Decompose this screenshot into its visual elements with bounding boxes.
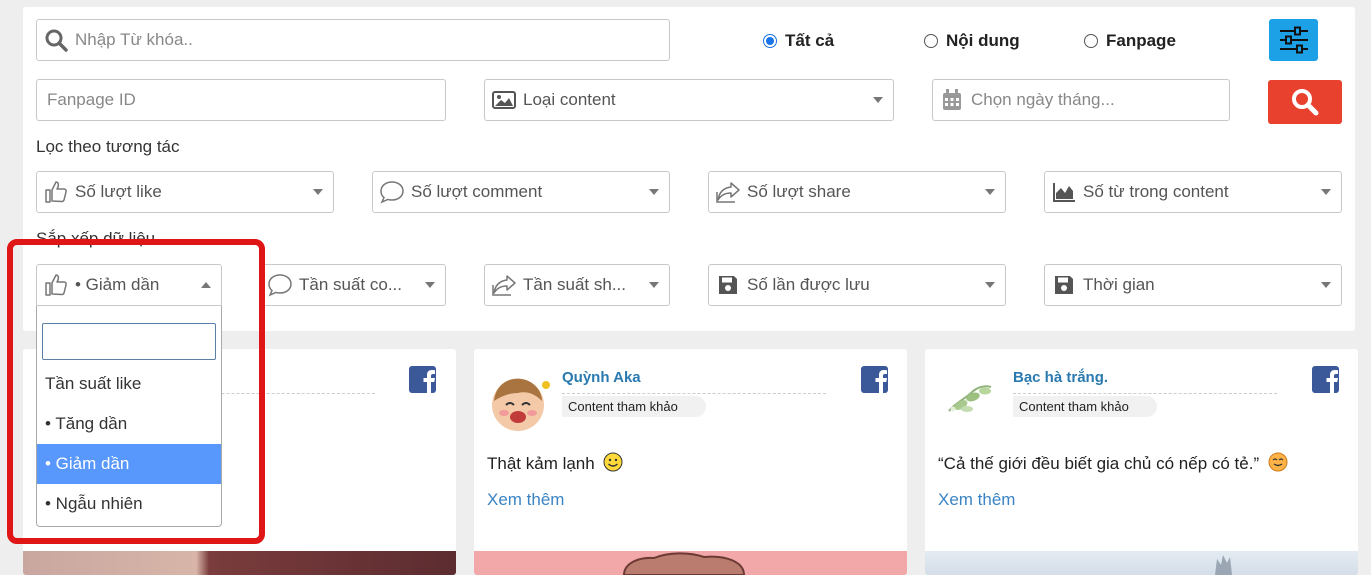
filter-settings-button[interactable]	[1269, 19, 1318, 61]
content-type-select[interactable]: Loại content	[484, 79, 894, 121]
calendar-icon	[939, 87, 965, 113]
facebook-icon[interactable]	[409, 366, 436, 393]
date-placeholder: Chọn ngày tháng...	[971, 90, 1115, 109]
chevron-down-icon	[985, 189, 995, 195]
fanpage-id-placeholder: Fanpage ID	[47, 90, 136, 109]
chevron-down-icon	[649, 189, 659, 195]
sort-comment-value: Tần suất co...	[299, 275, 402, 294]
post-tag: Content tham khảo	[562, 396, 706, 417]
post-header-divider	[1013, 393, 1277, 394]
sort-time-value: Thời gian	[1083, 275, 1155, 294]
sort-comment-select[interactable]: Tần suất co...	[260, 264, 446, 306]
post-tag: Content tham khảo	[1013, 396, 1157, 417]
keyword-search-input[interactable]: Nhập Từ khóa..	[36, 19, 670, 61]
sort-saved-value: Số lần được lưu	[747, 275, 870, 294]
comment-count-select[interactable]: Số lượt comment	[372, 171, 670, 213]
post-author-name[interactable]: Quỳnh Aka	[562, 369, 641, 386]
post-author-name[interactable]: Bạc hà trắng.	[1013, 369, 1108, 386]
chevron-down-icon	[649, 282, 659, 288]
interaction-filter-heading: Lọc theo tương tác	[36, 137, 180, 156]
smile-emoji-icon	[603, 452, 623, 472]
share-count-value: Số lượt share	[747, 182, 851, 201]
chevron-down-icon	[1321, 282, 1331, 288]
sort-time-select[interactable]: Thời gian	[1044, 264, 1342, 306]
fanpage-id-input[interactable]: Fanpage ID	[36, 79, 446, 121]
word-count-select[interactable]: Số từ trong content	[1044, 171, 1342, 213]
share-icon	[491, 272, 517, 298]
word-count-value: Số từ trong content	[1083, 182, 1229, 201]
radio-content[interactable]: Nội dung	[924, 31, 1020, 51]
chevron-down-icon	[1321, 189, 1331, 195]
radio-fanpage-label: Fanpage	[1106, 31, 1176, 50]
comment-icon	[379, 179, 405, 205]
content-type-value: Loại content	[523, 90, 616, 109]
facebook-icon[interactable]	[861, 366, 888, 393]
radio-fanpage[interactable]: Fanpage	[1084, 31, 1176, 51]
save-icon	[715, 272, 741, 298]
chevron-down-icon	[985, 282, 995, 288]
radio-content-dot[interactable]	[924, 34, 938, 48]
chevron-down-icon	[873, 97, 883, 103]
post-body: “Cả thế giới đều biết gia chủ có nếp có …	[938, 452, 1288, 474]
post-image[interactable]	[23, 551, 456, 575]
keyword-search-placeholder: Nhập Từ khóa..	[75, 30, 193, 49]
post-card[interactable]: Bạc hà trắng. Content tham khảo “Cả thế …	[925, 349, 1358, 575]
avatar[interactable]	[941, 377, 997, 421]
radio-all-dot[interactable]	[763, 34, 777, 48]
radio-fanpage-dot[interactable]	[1084, 34, 1098, 48]
area-chart-icon	[1051, 179, 1077, 205]
search-icon	[43, 27, 69, 53]
highlight-annotation-box	[7, 239, 265, 544]
chevron-down-icon	[425, 282, 435, 288]
post-body-text: “Cả thế giới đều biết gia chủ có nếp có …	[938, 454, 1260, 473]
post-image[interactable]	[925, 551, 1358, 575]
post-card[interactable]: Quỳnh Aka Content tham khảo Thật kảm lạn…	[474, 349, 907, 575]
thumbs-up-icon	[43, 179, 69, 205]
comment-icon	[267, 272, 293, 298]
share-icon	[715, 179, 741, 205]
radio-content-label: Nội dung	[946, 31, 1020, 50]
image-icon	[491, 87, 517, 113]
see-more-link[interactable]: Xem thêm	[487, 490, 564, 510]
post-image[interactable]	[474, 551, 907, 575]
like-count-select[interactable]: Số lượt like	[36, 171, 334, 213]
post-header-divider	[562, 393, 826, 394]
sort-share-value: Tần suất sh...	[523, 275, 626, 294]
save-icon	[1051, 272, 1077, 298]
sort-saved-select[interactable]: Số lần được lưu	[708, 264, 1006, 306]
chevron-down-icon	[313, 189, 323, 195]
facebook-icon[interactable]	[1312, 366, 1339, 393]
like-count-value: Số lượt like	[75, 182, 162, 201]
search-button[interactable]	[1268, 80, 1342, 124]
radio-all[interactable]: Tất cả	[763, 31, 834, 51]
radio-all-label: Tất cả	[785, 31, 835, 50]
comment-count-value: Số lượt comment	[411, 182, 543, 201]
search-icon	[1292, 89, 1319, 116]
grin-emoji-icon	[1268, 452, 1288, 472]
post-body: Thật kảm lạnh	[487, 452, 623, 474]
share-count-select[interactable]: Số lượt share	[708, 171, 1006, 213]
post-body-text: Thật kảm lạnh	[487, 454, 595, 473]
date-picker-input[interactable]: Chọn ngày tháng...	[932, 79, 1230, 121]
sliders-icon	[1279, 26, 1308, 54]
see-more-link[interactable]: Xem thêm	[938, 490, 1015, 510]
avatar[interactable]	[486, 371, 550, 433]
sort-share-select[interactable]: Tần suất sh...	[484, 264, 670, 306]
